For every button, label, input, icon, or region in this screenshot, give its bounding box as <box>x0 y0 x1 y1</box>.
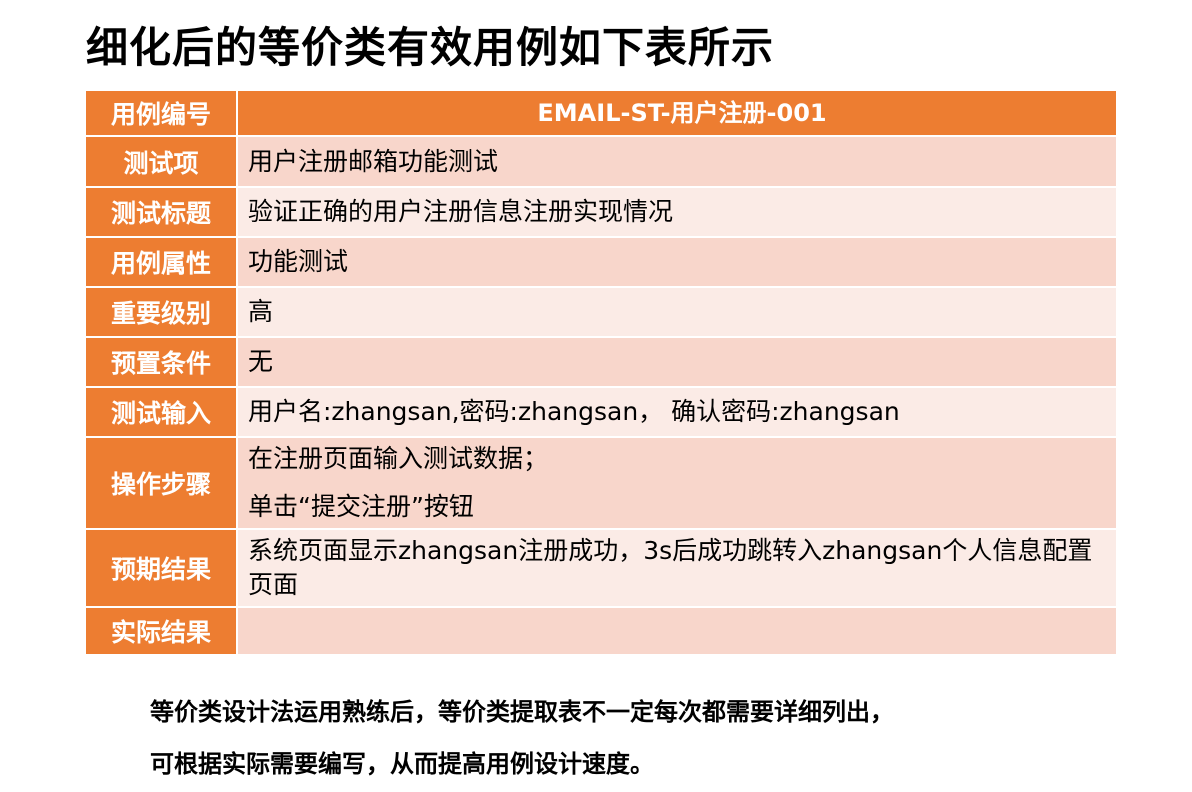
table-row: 用例属性 功能测试 <box>86 238 1116 288</box>
table-row: 预期结果 系统页面显示zhangsan注册成功，3s后成功跳转入zhangsan… <box>86 530 1116 608</box>
row-value: 验证正确的用户注册信息注册实现情况 <box>238 188 1116 238</box>
case-id-label: 用例编号 <box>86 91 238 137</box>
footer-line: 等价类设计法运用熟练后，等价类提取表不一定每次都需要详细列出， <box>150 698 894 726</box>
table-row: 操作步骤 在注册页面输入测试数据； 单击“提交注册”按钮 <box>86 438 1116 530</box>
row-label: 测试标题 <box>86 188 238 238</box>
footer-note: 等价类设计法运用熟练后，等价类提取表不一定每次都需要详细列出， 可根据实际需要编… <box>150 686 894 790</box>
table-row: 实际结果 <box>86 608 1116 656</box>
row-value: 无 <box>238 338 1116 388</box>
table-row: 测试标题 验证正确的用户注册信息注册实现情况 <box>86 188 1116 238</box>
row-value: 在注册页面输入测试数据； 单击“提交注册”按钮 <box>238 438 1116 530</box>
row-value: 系统页面显示zhangsan注册成功，3s后成功跳转入zhangsan个人信息配… <box>238 530 1116 608</box>
table-row: 测试输入 用户名:zhangsan,密码:zhangsan， 确认密码:zhan… <box>86 388 1116 438</box>
step-line: 单击“提交注册”按钮 <box>248 492 474 521</box>
row-value: 功能测试 <box>238 238 1116 288</box>
row-value: 高 <box>238 288 1116 338</box>
row-label: 测试项 <box>86 137 238 188</box>
row-value: 用户名:zhangsan,密码:zhangsan， 确认密码:zhangsan <box>238 388 1116 438</box>
case-id-value: EMAIL-ST-用户注册-001 <box>238 91 1116 137</box>
row-label: 用例属性 <box>86 238 238 288</box>
page-title: 细化后的等价类有效用例如下表所示 <box>86 23 775 72</box>
table-row: 预置条件 无 <box>86 338 1116 388</box>
row-value <box>238 608 1116 656</box>
row-label: 预置条件 <box>86 338 238 388</box>
table-header-row: 用例编号 EMAIL-ST-用户注册-001 <box>86 91 1116 137</box>
table-row: 测试项 用户注册邮箱功能测试 <box>86 137 1116 188</box>
row-label: 预期结果 <box>86 530 238 608</box>
row-value: 用户注册邮箱功能测试 <box>238 137 1116 188</box>
step-line: 在注册页面输入测试数据； <box>248 444 549 473</box>
row-label: 操作步骤 <box>86 438 238 530</box>
row-label: 测试输入 <box>86 388 238 438</box>
table-row: 重要级别 高 <box>86 288 1116 338</box>
test-case-table: 用例编号 EMAIL-ST-用户注册-001 测试项 用户注册邮箱功能测试 测试… <box>86 91 1116 656</box>
footer-line: 可根据实际需要编写，从而提高用例设计速度。 <box>150 750 654 778</box>
row-label: 重要级别 <box>86 288 238 338</box>
row-label: 实际结果 <box>86 608 238 656</box>
